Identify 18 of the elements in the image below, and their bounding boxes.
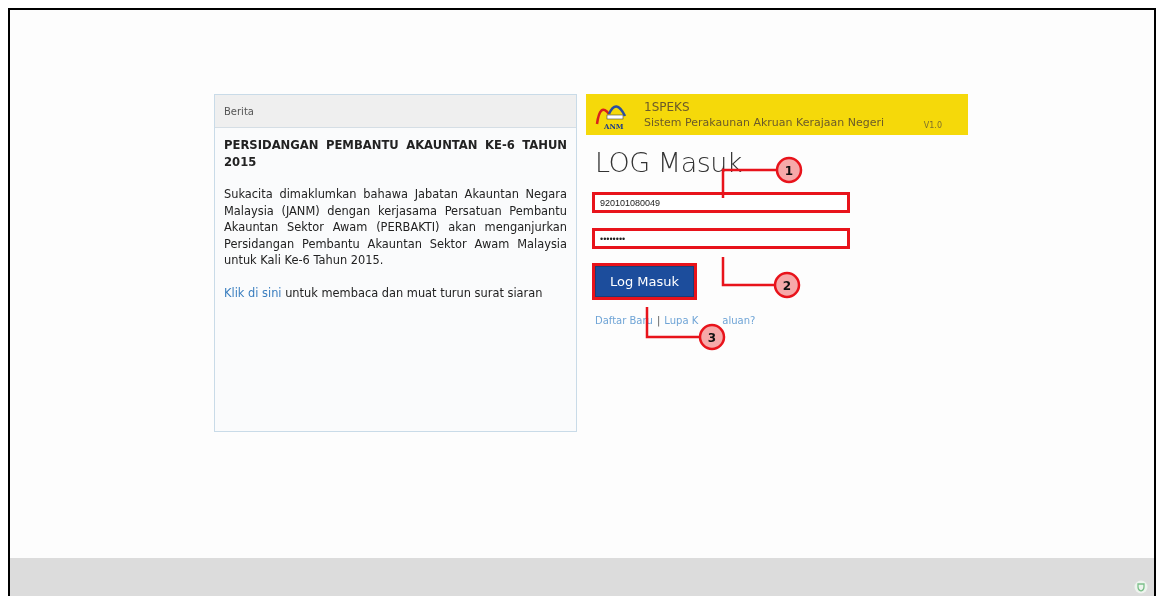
news-link-text: Klik di sini untuk membaca dan muat turun surat siaran (224, 284, 544, 301)
version-label: V1.0 (923, 121, 942, 130)
leader-line (721, 257, 775, 287)
password-field[interactable]: •••••••• (592, 228, 850, 249)
panel-header: Berita (224, 105, 254, 117)
news-body: Sukacita dimaklumkan bahawa Jabatan Akauntan Negara Malaysia (JANM) dengan kerjasama Persatuan Pembantu Akauntan Sektor Awam (PERBAKTI) akan menganjurkan Persidangan Pembantu Akauntan Sektor Awam Malaysia untuk Kali Ke-6 Tahun 2015. (224, 186, 567, 269)
callout-marker: 2 (773, 271, 801, 299)
download-link[interactable]: Klik di sini (224, 285, 282, 300)
news-title: PERSIDANGAN PEMBANTU AKAUNTAN KE-6 TAHUN 2015 (224, 137, 567, 171)
login-title: LOG Masuk (595, 147, 742, 178)
app-name: 1SPEKS (644, 99, 691, 115)
link-separator: | (656, 315, 661, 326)
username-field[interactable]: 920101080049 (592, 192, 850, 213)
callout-marker: 1 (775, 156, 803, 184)
shield-icon (1134, 580, 1148, 594)
callout-marker: 3 (698, 323, 726, 351)
login-button[interactable]: Log Masuk (592, 263, 697, 300)
app-subtitle: Sistem Perakaunan Akruan Kerajaan Negeri (644, 114, 885, 130)
